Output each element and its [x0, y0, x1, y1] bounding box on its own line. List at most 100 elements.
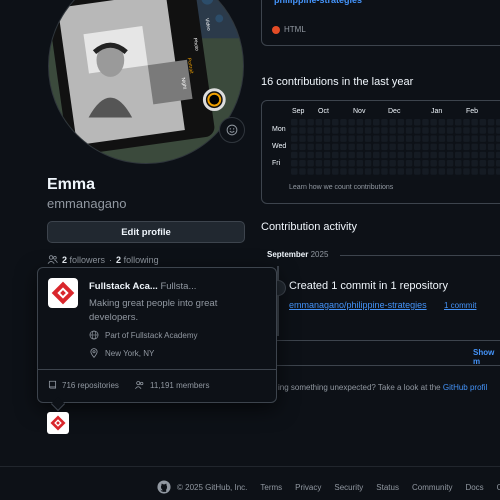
- contribution-cell: [487, 151, 495, 159]
- contribution-cell: [340, 127, 347, 134]
- contribution-cell: [438, 160, 446, 167]
- contribution-cell: [323, 143, 331, 151]
- contribution-cell: [323, 127, 331, 134]
- commit-count-link[interactable]: 1 commit: [444, 301, 476, 310]
- footer-link-status[interactable]: Status: [376, 483, 399, 492]
- edit-profile-button[interactable]: Edit profile: [47, 221, 245, 243]
- contribution-cell: [323, 135, 331, 142]
- contribution-cell: [446, 135, 454, 142]
- contribution-cell: [364, 168, 372, 175]
- contribution-cell: [364, 160, 372, 167]
- contribution-cell: [315, 160, 323, 167]
- contribution-cell: [471, 143, 478, 151]
- contribution-cell: [348, 119, 355, 126]
- footer-link-security[interactable]: Security: [334, 483, 363, 492]
- month-label-sep: Sep: [292, 108, 305, 115]
- org-logo[interactable]: [48, 278, 78, 308]
- contribution-cell: [471, 135, 478, 142]
- contribution-cells: [291, 119, 500, 175]
- org-title[interactable]: Fullstack Aca... Fullsta...: [89, 281, 269, 292]
- contribution-cell: [471, 119, 478, 126]
- contribution-cell: [479, 160, 487, 167]
- contribution-cell: [414, 151, 421, 159]
- contribution-cell: [332, 119, 339, 126]
- contribution-cell: [332, 160, 339, 167]
- contribution-cell: [299, 119, 306, 126]
- contribution-cell: [291, 168, 298, 175]
- contribution-cell: [291, 127, 298, 134]
- contribution-cell: [397, 135, 405, 142]
- org-part-of: Part of Fullstack Academy: [89, 330, 197, 340]
- contribution-cell: [430, 168, 437, 175]
- footer-link-terms[interactable]: Terms: [260, 483, 282, 492]
- contribution-cell: [315, 127, 323, 134]
- contribution-cell: [463, 168, 470, 175]
- contribution-cell: [397, 168, 405, 175]
- contribution-cell: [463, 143, 470, 151]
- contribution-cell: [356, 143, 364, 151]
- following-link[interactable]: 2 following: [116, 255, 159, 265]
- contribution-cell: [414, 119, 421, 126]
- profile-login: emmanagano: [47, 196, 127, 211]
- contribution-cell: [291, 119, 298, 126]
- contribution-cell: [332, 151, 339, 159]
- contribution-cell: [299, 135, 306, 142]
- contribution-cell: [430, 160, 437, 167]
- hovercard-divider: [38, 369, 276, 370]
- contribution-cell: [381, 151, 388, 159]
- contribution-cell: [389, 168, 396, 175]
- unexpected-note: ing something unexpected? Take a look at…: [278, 383, 488, 392]
- contribution-cell: [471, 151, 478, 159]
- learn-contributions-link[interactable]: Learn how we count contributions: [289, 184, 393, 191]
- contribution-cell: [479, 151, 487, 159]
- contribution-cell: [299, 143, 306, 151]
- contribution-cell: [323, 160, 331, 167]
- contribution-cell: [373, 151, 380, 159]
- followers-link[interactable]: 2 followers: [62, 255, 105, 265]
- day-label-mon: Mon: [272, 126, 286, 133]
- contribution-cell: [463, 151, 470, 159]
- contribution-cell: [446, 151, 454, 159]
- language-color-dot: [272, 25, 280, 34]
- contribution-cell: [356, 119, 364, 126]
- contribution-cell: [422, 151, 429, 159]
- globe-icon: [89, 330, 99, 340]
- pinned-repo-link[interactable]: philippine-strategies: [274, 0, 362, 5]
- contribution-cell: [446, 127, 454, 134]
- footer-link-privacy[interactable]: Privacy: [295, 483, 321, 492]
- contribution-cell: [340, 143, 347, 151]
- activity-summary[interactable]: Created 1 commit in 1 repository: [289, 280, 448, 292]
- contribution-cell: [487, 119, 495, 126]
- show-more-button[interactable]: [261, 340, 500, 366]
- contribution-cell: [455, 119, 462, 126]
- contribution-cell: [397, 119, 405, 126]
- contribution-cell: [463, 119, 470, 126]
- contribution-cell: [471, 160, 478, 167]
- contribution-cell: [299, 151, 306, 159]
- contributions-heading: 16 contributions in the last year: [261, 76, 414, 88]
- org-location: New York, NY: [89, 348, 154, 358]
- profile-avatar[interactable]: Video Photo Portrait Night: [48, 0, 244, 164]
- show-more-label[interactable]: Show m: [473, 348, 500, 366]
- org-badge[interactable]: [47, 412, 69, 434]
- github-logo-icon[interactable]: [157, 480, 171, 494]
- footer-link-community[interactable]: Community: [412, 483, 452, 492]
- contribution-cell: [479, 168, 487, 175]
- contribution-cell: [356, 135, 364, 142]
- contribution-cell: [496, 135, 500, 142]
- contribution-cell: [381, 135, 388, 142]
- set-status-button[interactable]: [219, 117, 245, 143]
- contribution-cell: [291, 151, 298, 159]
- contribution-cell: [479, 127, 487, 134]
- contribution-cell: [414, 160, 421, 167]
- pinned-repo-card: [261, 0, 500, 46]
- footer-link-docs[interactable]: Docs: [465, 483, 483, 492]
- contribution-cell: [389, 127, 396, 134]
- activity-repo-link[interactable]: emmanagano/philippine-strategies: [289, 300, 427, 310]
- org-members[interactable]: 11,191 members: [134, 380, 209, 390]
- github-profile-link[interactable]: GitHub profil: [443, 383, 487, 392]
- contribution-cell: [414, 168, 421, 175]
- org-hovercard: Fullstack Aca... Fullsta... Making great…: [37, 267, 277, 403]
- org-repositories[interactable]: 716 repositories: [48, 380, 119, 390]
- contribution-cell: [373, 143, 380, 151]
